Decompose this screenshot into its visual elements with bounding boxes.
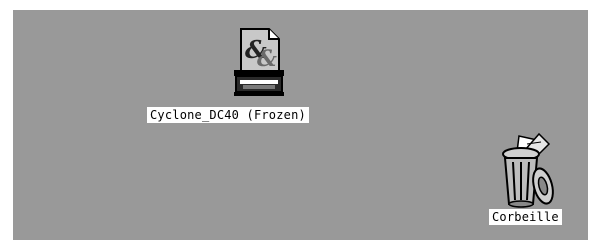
trash-desktop-icon[interactable] [497,130,557,208]
cyclone-icon-label[interactable]: Cyclone_DC40 (Frozen) [147,107,309,123]
trash-full-icon [502,132,554,208]
svg-text:&: & [257,46,277,72]
trash-icon-label[interactable]: Corbeille [489,209,562,225]
desktop-background: & & Cyclone_DC40 (Frozen) Corbeille [13,10,588,240]
frozen-archive-document-icon: & & [234,28,284,96]
cyclone-desktop-icon[interactable]: & & [231,26,287,98]
